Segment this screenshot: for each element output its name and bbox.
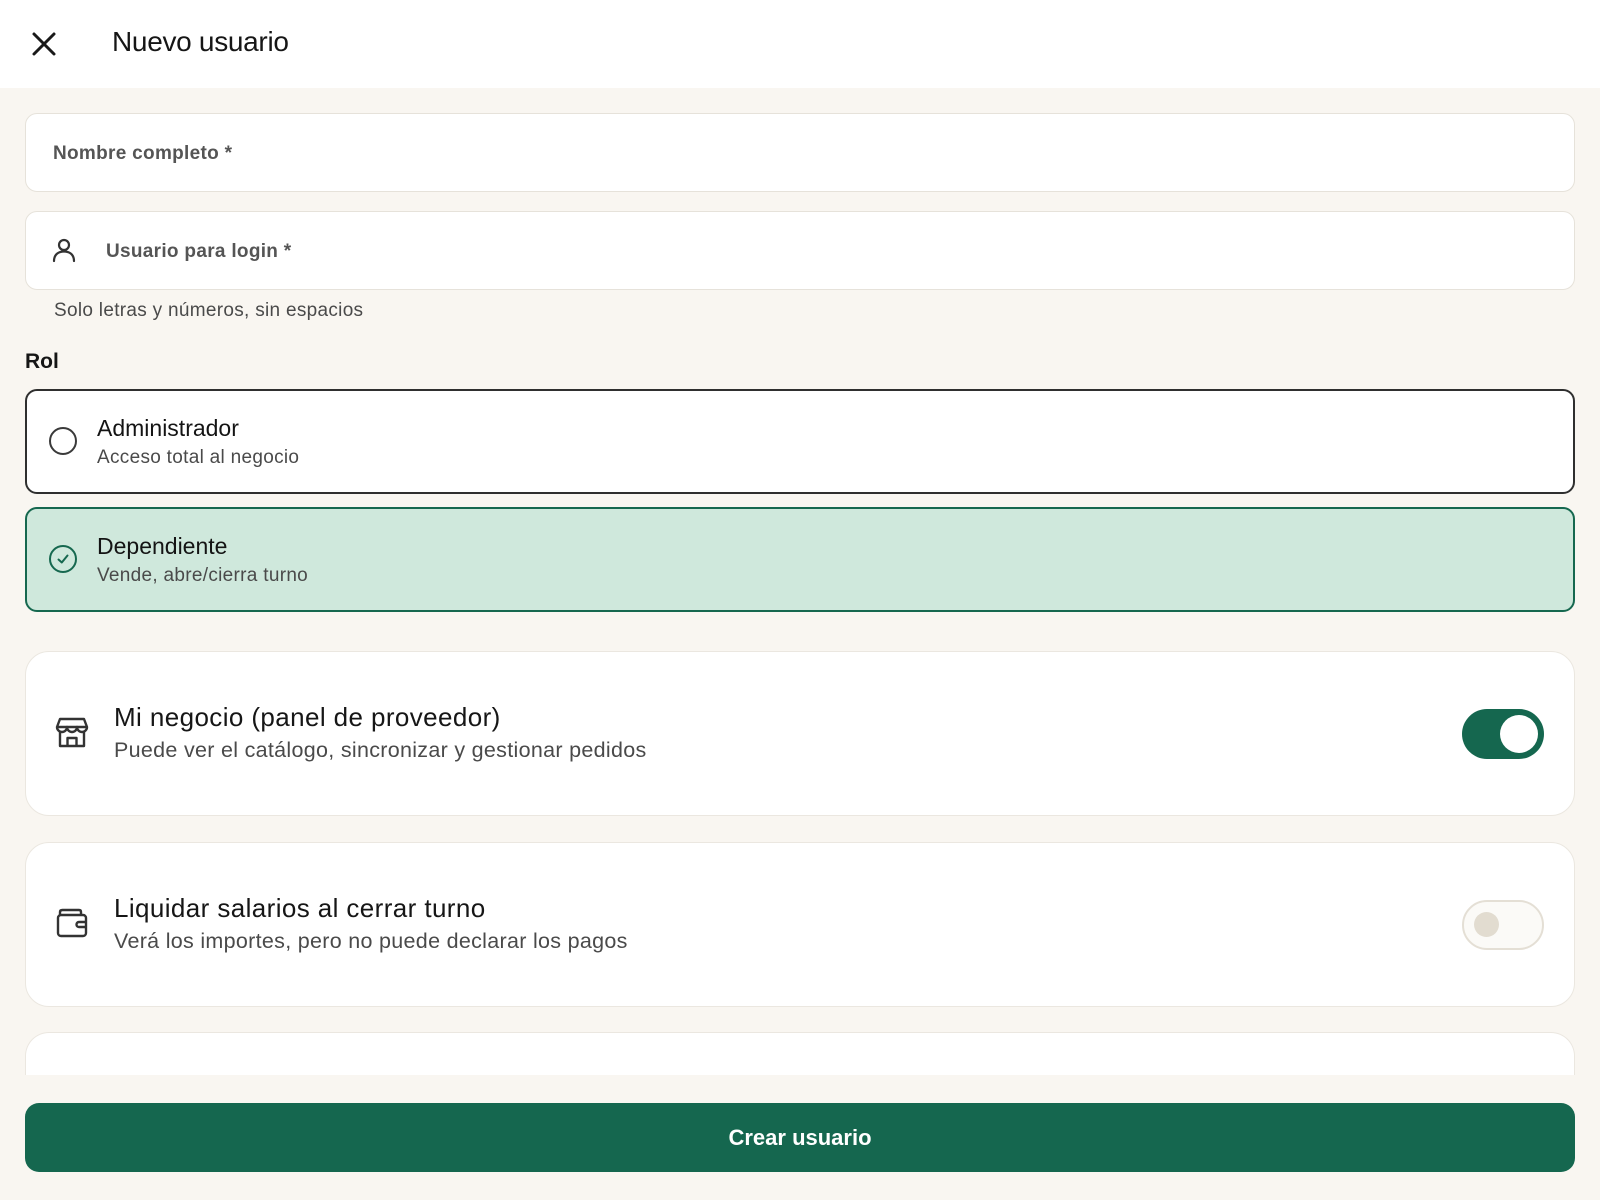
page-title: Nuevo usuario bbox=[112, 26, 289, 57]
permission-card-liquidar-salarios: Liquidar salarios al cerrar turno Verá l… bbox=[25, 842, 1575, 1007]
permission-title: Liquidar salarios al cerrar turno bbox=[114, 893, 486, 923]
role-option-dependiente[interactable]: Dependiente Vende, abre/cierra turno bbox=[25, 507, 1575, 612]
liquidar-salarios-toggle[interactable] bbox=[1462, 900, 1544, 950]
radio-unchecked-icon bbox=[49, 427, 77, 455]
user-icon bbox=[52, 238, 76, 263]
store-icon bbox=[55, 717, 89, 748]
header-bar: Nuevo usuario bbox=[0, 0, 1600, 88]
username-field[interactable]: Usuario para login * bbox=[25, 211, 1575, 290]
close-button[interactable] bbox=[26, 26, 62, 62]
role-section-label: Rol bbox=[25, 350, 59, 373]
role-option-title: Administrador bbox=[97, 415, 239, 441]
check-icon bbox=[57, 554, 69, 564]
radio-checked-icon bbox=[49, 545, 77, 573]
role-option-administrador[interactable]: Administrador Acceso total al negocio bbox=[25, 389, 1575, 494]
permission-title: Mi negocio (panel de proveedor) bbox=[114, 702, 501, 732]
create-user-button[interactable]: Crear usuario bbox=[25, 1103, 1575, 1172]
full-name-label: Nombre completo * bbox=[53, 143, 233, 164]
role-option-title: Dependiente bbox=[97, 533, 228, 559]
toggle-knob bbox=[1474, 912, 1499, 937]
wallet-icon bbox=[56, 908, 88, 938]
permission-card-partial bbox=[25, 1032, 1575, 1076]
permission-subtitle: Puede ver el catálogo, sincronizar y ges… bbox=[114, 738, 647, 762]
close-icon bbox=[32, 32, 56, 56]
mi-negocio-toggle[interactable] bbox=[1462, 709, 1544, 759]
role-option-subtitle: Vende, abre/cierra turno bbox=[97, 565, 309, 586]
toggle-knob bbox=[1500, 715, 1538, 753]
full-name-field[interactable]: Nombre completo * bbox=[25, 113, 1575, 192]
permission-card-mi-negocio: Mi negocio (panel de proveedor) Puede ve… bbox=[25, 651, 1575, 816]
permission-subtitle: Verá los importes, pero no puede declara… bbox=[114, 929, 628, 953]
role-option-subtitle: Acceso total al negocio bbox=[97, 447, 300, 468]
username-label: Usuario para login * bbox=[106, 241, 292, 262]
username-helper-text: Solo letras y números, sin espacios bbox=[54, 300, 364, 321]
